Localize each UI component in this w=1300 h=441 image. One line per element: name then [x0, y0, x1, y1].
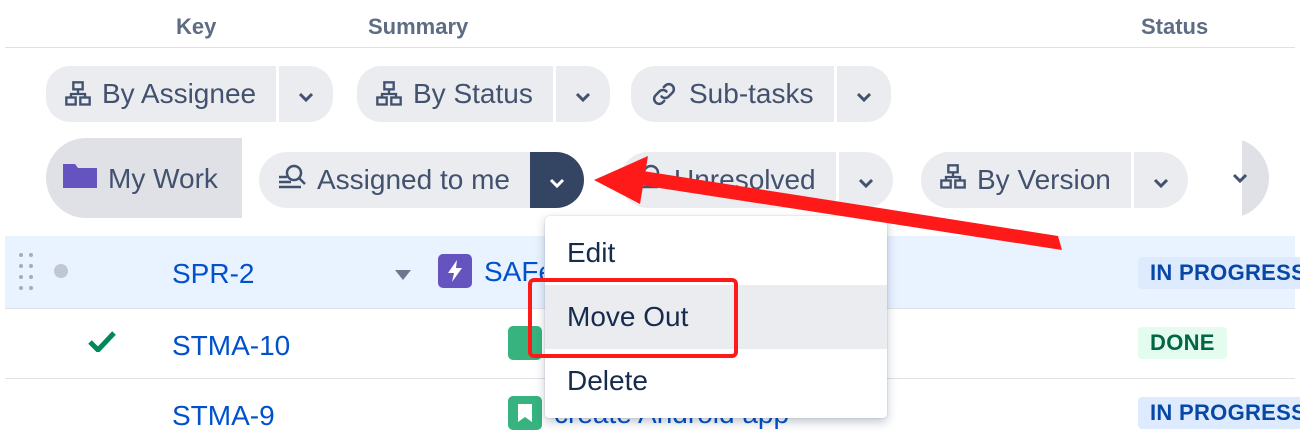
- annotation-arrow: [594, 156, 1062, 250]
